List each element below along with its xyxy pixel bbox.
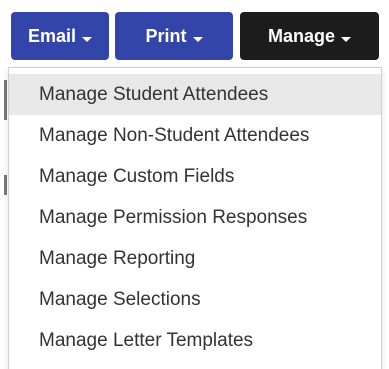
menu-item-manage-letter-templates[interactable]: Manage Letter Templates <box>9 320 381 361</box>
menu-item-manage-non-student-attendees[interactable]: Manage Non-Student Attendees <box>9 115 381 156</box>
email-dropdown-button[interactable]: Email <box>11 12 109 60</box>
manage-dropdown-menu: Manage Student Attendees Manage Non-Stud… <box>8 67 382 369</box>
background-edge <box>4 175 7 195</box>
caret-down-icon <box>341 36 352 42</box>
manage-button-label: Manage <box>267 26 336 46</box>
manage-dropdown-button[interactable]: Manage <box>240 12 379 60</box>
caret-down-icon <box>192 36 203 42</box>
menu-item-manage-permission-responses[interactable]: Manage Permission Responses <box>9 197 381 238</box>
menu-item-manage-custom-fields[interactable]: Manage Custom Fields <box>9 156 381 197</box>
print-button-label: Print <box>145 26 187 46</box>
print-dropdown-button[interactable]: Print <box>115 12 233 60</box>
caret-down-icon <box>82 36 93 42</box>
background-edge <box>4 80 7 120</box>
menu-item-manage-selections[interactable]: Manage Selections <box>9 279 381 320</box>
page: Email Print Manage Manage Student Attend… <box>0 0 389 369</box>
menu-item-manage-reporting[interactable]: Manage Reporting <box>9 238 381 279</box>
email-button-label: Email <box>27 26 77 46</box>
menu-item-manage-student-attendees[interactable]: Manage Student Attendees <box>9 74 381 115</box>
